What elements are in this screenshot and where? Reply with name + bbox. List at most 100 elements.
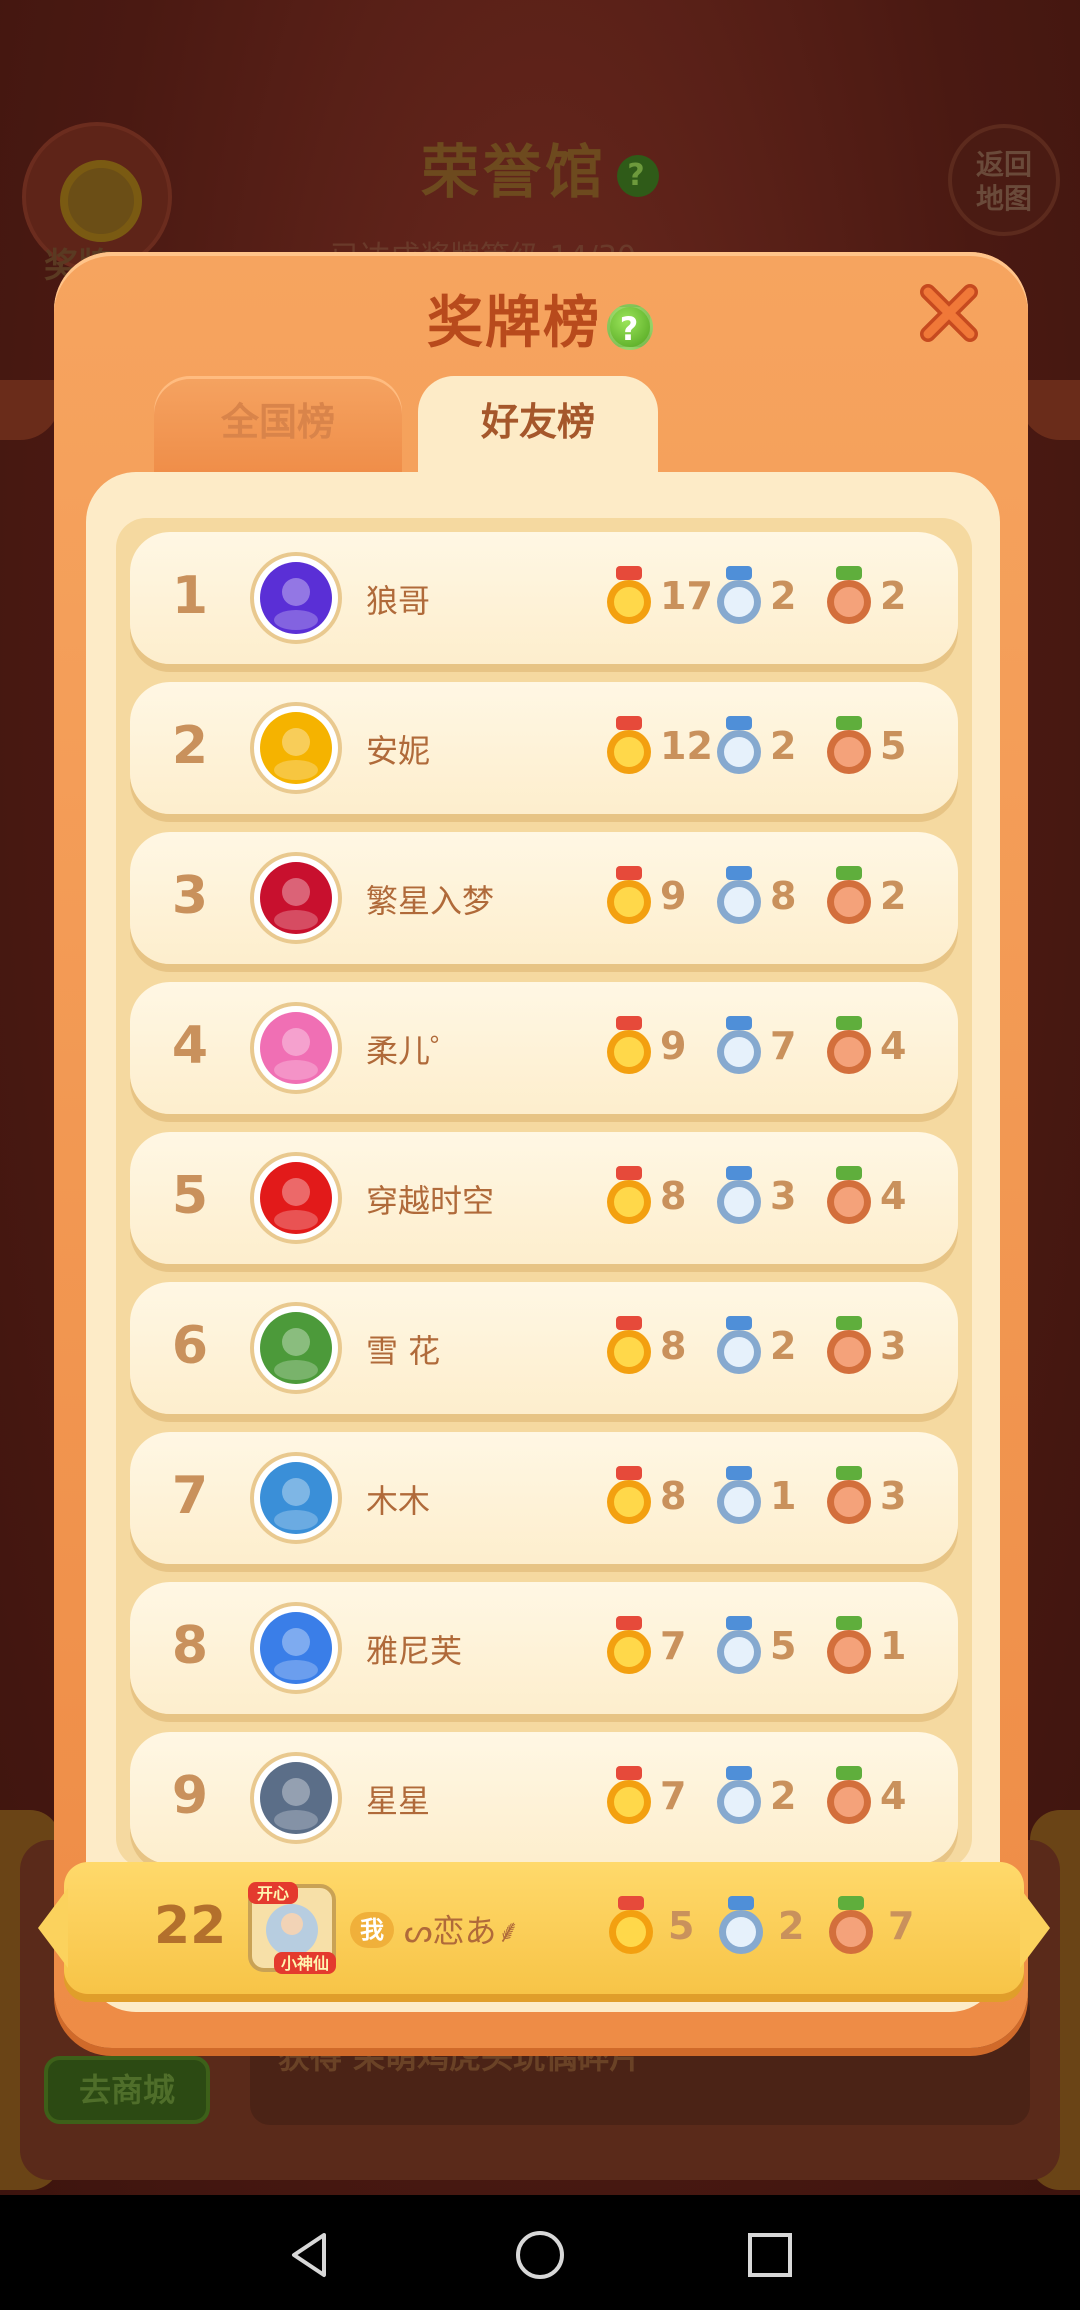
silver-medal-icon [717,1016,761,1074]
leaderboard-row[interactable]: 7 木木 8 1 3 [130,1432,958,1564]
gold-medal-count: 17 [660,574,713,618]
bronze-medal-icon [827,1616,871,1674]
bronze-medal-icon [827,1466,871,1524]
silver-medal-count: 5 [770,1624,797,1668]
modal-title-text: 奖牌榜 [427,291,601,356]
rank-number: 8 [171,1616,209,1676]
bronze-medal-count: 1 [880,1624,907,1668]
rank-number: 6 [171,1316,209,1376]
bronze-medal-count: 5 [880,724,907,768]
tab-national[interactable]: 全国榜 [154,376,402,476]
ribbon-end-left [38,1888,68,1968]
player-avatar[interactable] [248,850,344,946]
silver-medal-icon [717,1766,761,1824]
gold-medal-icon [607,866,651,924]
player-avatar[interactable] [248,1300,344,1396]
leaderboard-row[interactable]: 3 繁星入梦 9 8 2 [130,832,958,964]
close-icon[interactable] [916,280,982,346]
bronze-medal-count: 4 [880,1774,907,1818]
player-name: 木木 [366,1482,431,1520]
self-silver-count: 2 [778,1904,805,1948]
gold-medal-count: 8 [660,1324,687,1368]
gold-medal-icon [607,1316,651,1374]
leaderboard-row[interactable]: 1 狼哥 17 2 2 [130,532,958,664]
self-avatar-caption-top: 开心 [257,1884,289,1903]
go-shop-button[interactable]: 去商城 [44,2056,210,2124]
leaderboard-row[interactable]: 5 穿越时空 8 3 4 [130,1132,958,1264]
silver-medal-count: 2 [770,1774,797,1818]
leaderboard-row[interactable]: 4 柔儿゜ 9 7 4 [130,982,958,1114]
silver-medal-count: 8 [770,874,797,918]
gold-medal-icon [607,566,651,624]
self-rank: 22 [154,1896,227,1956]
self-avatar[interactable]: 开心 小神仙 [244,1880,340,1976]
gold-medal-icon [607,1016,651,1074]
bronze-medal-icon [827,1016,871,1074]
bronze-medal-count: 4 [880,1174,907,1218]
bronze-medal-count: 4 [880,1024,907,1068]
gold-medal-count: 8 [660,1174,687,1218]
honor-hall-title: 荣誉馆? [0,125,1080,209]
back-to-map-label-line1: 返回 [975,148,1032,181]
help-icon[interactable]: ? [607,303,653,350]
bronze-medal-count: 3 [880,1474,907,1518]
silver-medal-count: 7 [770,1024,797,1068]
player-name: 穿越时空 [366,1182,495,1220]
bronze-medal-count: 2 [880,874,907,918]
back-triangle-icon[interactable] [280,2225,340,2285]
rank-number: 1 [171,566,209,626]
me-badge: 我 [350,1912,394,1948]
system-nav-bar [0,2195,1080,2310]
player-avatar[interactable] [248,1000,344,1096]
gold-medal-icon [609,1896,653,1954]
self-avatar-caption-bottom: 小神仙 [281,1954,329,1973]
player-name: 星星 [366,1782,431,1820]
silver-medal-count: 1 [770,1474,797,1518]
player-name: 繁星入梦 [366,882,495,920]
gold-medal-icon [607,1166,651,1224]
silver-medal-icon [717,866,761,924]
player-name: 安妮 [366,732,431,770]
rank-number: 9 [171,1766,209,1826]
self-bronze-count: 7 [888,1904,915,1948]
rank-number: 4 [171,1016,209,1076]
player-name: 狼哥 [366,582,431,620]
player-name: 雪 花 [366,1332,441,1370]
player-avatar[interactable] [248,1750,344,1846]
tab-friends[interactable]: 好友榜 [418,376,658,486]
bronze-medal-icon [827,716,871,774]
silver-medal-count: 2 [770,724,797,768]
silver-medal-icon [719,1896,763,1954]
leaderboard-row[interactable]: 2 安妮 12 2 5 [130,682,958,814]
silver-medal-count: 2 [770,574,797,618]
rank-number: 2 [171,716,209,776]
gold-medal-count: 8 [660,1474,687,1518]
silver-medal-icon [717,1466,761,1524]
self-name: ᔕ恋あ⸙ [404,1912,521,1950]
rank-number: 5 [171,1166,209,1226]
back-to-map-button[interactable]: 返回 地图 [948,124,1060,236]
silver-medal-count: 3 [770,1174,797,1218]
player-avatar[interactable] [248,1450,344,1546]
player-avatar[interactable] [248,550,344,646]
gold-medal-icon [607,1466,651,1524]
help-icon: ? [617,154,659,197]
player-avatar[interactable] [248,1150,344,1246]
player-avatar[interactable] [248,1600,344,1696]
self-rank-row: 22 开心 小神仙 我 ᔕ恋あ⸙ 5 2 7 [38,1862,1050,1994]
gold-medal-icon [607,1616,651,1674]
recents-square-icon[interactable] [740,2225,800,2285]
bronze-medal-count: 2 [880,574,907,618]
leaderboard-row[interactable]: 6 雪 花 8 2 3 [130,1282,958,1414]
bronze-medal-icon [827,566,871,624]
gold-medal-count: 7 [660,1624,687,1668]
leaderboard-list[interactable]: 1 狼哥 17 2 2 2 安妮 12 2 5 3 繁星入梦 9 8 2 4 柔儿゜ 9 7 4 5 穿越时空 8 3 4 6 雪 … [116,518,972,1868]
self-gold-count: 5 [668,1904,695,1948]
silver-medal-icon [717,1616,761,1674]
leaderboard-row[interactable]: 8 雅尼芙 7 5 1 [130,1582,958,1714]
leaderboard-row[interactable]: 9 星星 7 2 4 [130,1732,958,1864]
ribbon-end-right [1020,1888,1050,1968]
home-circle-icon[interactable] [510,2225,570,2285]
player-avatar[interactable] [248,700,344,796]
gold-medal-icon [607,716,651,774]
